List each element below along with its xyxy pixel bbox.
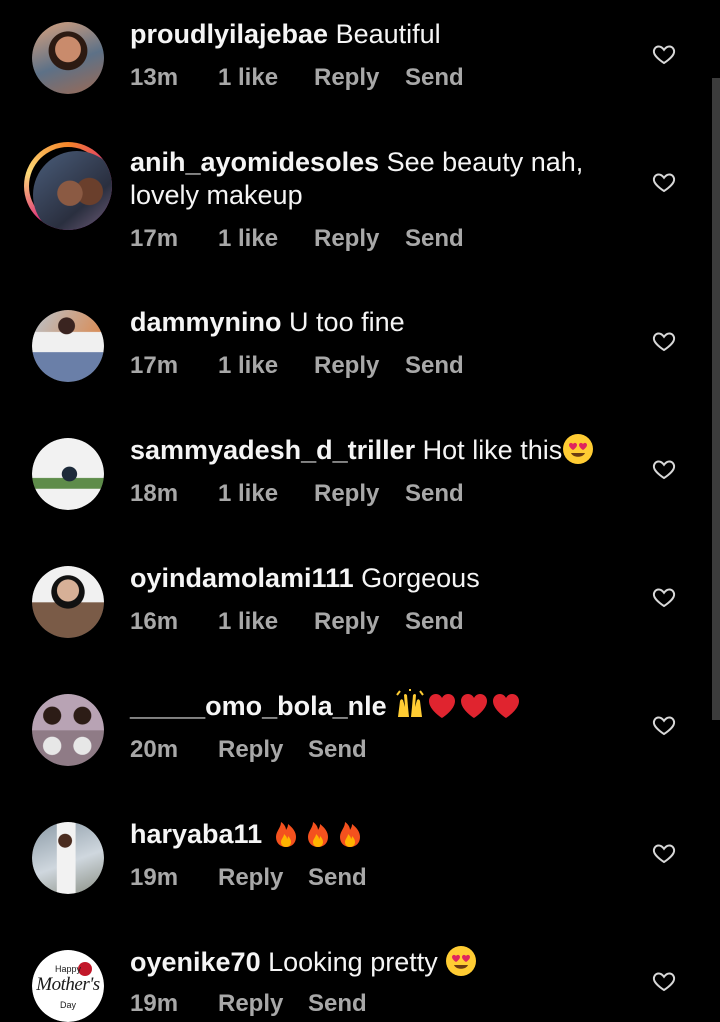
reply-button[interactable]: Reply	[218, 736, 283, 764]
send-button[interactable]: Send	[405, 225, 464, 253]
send-button[interactable]: Send	[308, 736, 367, 764]
avatar-text-happy: Happy	[54, 964, 81, 974]
heart-eyes-emoji	[445, 945, 477, 977]
fire-emoji	[270, 817, 302, 849]
reply-button[interactable]: Reply	[314, 352, 379, 380]
avatar-photo: Happy Mother's Day	[32, 950, 104, 1022]
mothers-day-graphic: Happy Mother's Day	[32, 950, 104, 1022]
red-heart-emoji	[490, 689, 522, 721]
comment-text: dammynino U too fine	[130, 306, 630, 339]
heart-outline-icon[interactable]	[652, 585, 676, 609]
fire-emoji	[334, 817, 366, 849]
comment-time: 19m	[130, 990, 179, 1017]
comment-username[interactable]: oyindamolami111	[130, 563, 354, 593]
reply-button[interactable]: Reply	[218, 990, 283, 1018]
avatar[interactable]	[32, 822, 104, 894]
scrollbar[interactable]	[712, 78, 720, 720]
comment-username[interactable]: _____omo_bola_nle	[130, 691, 387, 721]
heart-outline-icon[interactable]	[652, 42, 676, 66]
comment-time: 13m	[130, 64, 179, 91]
comment-text: _____omo_bola_nle	[130, 688, 630, 724]
avatar-story-ring[interactable]	[24, 142, 112, 230]
comment-body: Looking pretty	[268, 947, 438, 977]
red-heart-emoji	[458, 689, 490, 721]
send-button[interactable]: Send	[308, 864, 367, 892]
comment-body: Hot like this	[422, 435, 563, 465]
reply-button[interactable]: Reply	[314, 608, 379, 636]
heart-outline-icon[interactable]	[652, 969, 676, 993]
comment-text: proudlyilajebae Beautiful	[130, 18, 630, 51]
comment-likes-link[interactable]: 1 like	[218, 225, 278, 253]
comment-time: 18m	[130, 480, 179, 507]
comment-time: 16m	[130, 608, 179, 635]
heart-outline-icon[interactable]	[652, 170, 676, 194]
avatar-photo	[32, 694, 104, 766]
avatar[interactable]	[32, 438, 104, 510]
avatar-photo	[32, 22, 104, 94]
red-heart-emoji	[426, 689, 458, 721]
comment-time: 19m	[130, 864, 179, 891]
comment-likes-link[interactable]: 1 like	[218, 64, 278, 92]
avatar-photo	[32, 310, 104, 382]
comment-username[interactable]: oyenike70	[130, 947, 261, 977]
send-button[interactable]: Send	[405, 64, 464, 92]
comment-likes-link[interactable]: 1 like	[218, 480, 278, 508]
send-button[interactable]: Send	[308, 990, 367, 1018]
reply-button[interactable]: Reply	[314, 64, 379, 92]
avatar-text-main: Mother's	[36, 974, 100, 995]
comment-time: 20m	[130, 736, 179, 763]
comment-time: 17m	[130, 225, 179, 252]
avatar[interactable]	[32, 694, 104, 766]
heart-outline-icon[interactable]	[652, 713, 676, 737]
send-button[interactable]: Send	[405, 480, 464, 508]
avatar[interactable]: Happy Mother's Day	[32, 950, 104, 1022]
heart-outline-icon[interactable]	[652, 457, 676, 481]
comment-text: anih_ayomidesoles See beauty nah, lovely…	[130, 146, 600, 212]
comment-body: Gorgeous	[361, 563, 480, 593]
comment-text: haryaba11	[130, 818, 630, 852]
comment-body: Beautiful	[335, 19, 441, 49]
send-button[interactable]: Send	[405, 352, 464, 380]
comment-text: sammyadesh_d_triller Hot like this	[130, 433, 630, 468]
comment-list: proudlyilajebae Beautiful 13m 1 like Rep…	[0, 0, 720, 1022]
reply-button[interactable]: Reply	[314, 480, 379, 508]
avatar[interactable]	[32, 566, 104, 638]
send-button[interactable]: Send	[405, 608, 464, 636]
comment-username[interactable]: proudlyilajebae	[130, 19, 328, 49]
comment-text: oyindamolami111 Gorgeous	[130, 562, 630, 595]
comment-likes-link[interactable]: 1 like	[218, 608, 278, 636]
comment-username[interactable]: dammynino	[130, 307, 282, 337]
fire-emoji	[302, 817, 334, 849]
comment-likes-link[interactable]: 1 like	[218, 352, 278, 380]
comment-username[interactable]: sammyadesh_d_triller	[130, 435, 415, 465]
avatar-photo	[32, 438, 104, 510]
avatar-text-day: Day	[59, 1000, 76, 1010]
comment-username[interactable]: haryaba11	[130, 819, 262, 849]
raising-hands-emoji	[394, 688, 426, 721]
comment-username[interactable]: anih_ayomidesoles	[130, 147, 379, 177]
avatar[interactable]	[32, 310, 104, 382]
reply-button[interactable]: Reply	[314, 225, 379, 253]
avatar-photo	[32, 822, 104, 894]
heart-outline-icon[interactable]	[652, 841, 676, 865]
reply-button[interactable]: Reply	[218, 864, 283, 892]
heart-outline-icon[interactable]	[652, 329, 676, 353]
comment-time: 17m	[130, 352, 179, 379]
avatar-photo	[32, 566, 104, 638]
comment-body: U too fine	[289, 307, 405, 337]
heart-eyes-emoji	[562, 433, 594, 465]
avatar[interactable]	[32, 22, 104, 94]
comment-text: oyenike70 Looking pretty	[130, 945, 630, 980]
